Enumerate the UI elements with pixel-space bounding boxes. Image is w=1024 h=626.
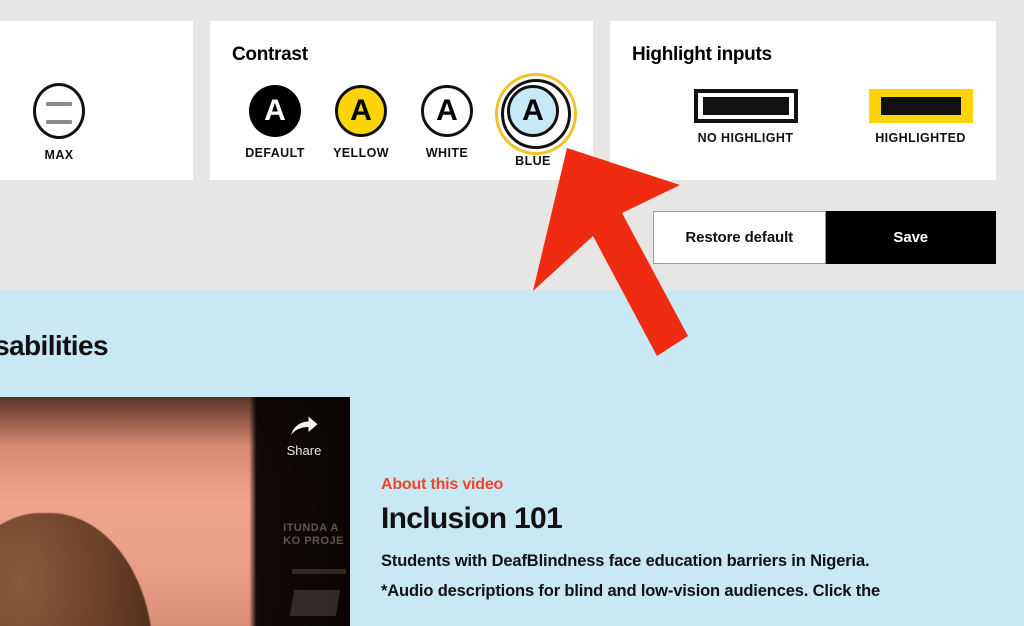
input-no-highlight-icon: [693, 89, 798, 123]
letter-a-icon: A: [495, 73, 577, 155]
option-label: MAX: [44, 148, 74, 162]
letter-a-icon: A: [335, 85, 387, 137]
highlight-option-none[interactable]: NO HIGHLIGHT: [658, 89, 833, 145]
line-spacing-max-icon: [33, 83, 85, 139]
option-spacing-more[interactable]: ORE: [0, 83, 16, 162]
input-highlighted-icon: [868, 89, 973, 123]
letter-a-icon: A: [421, 85, 473, 137]
about-video-column: About this video Inclusion 101 Students …: [381, 476, 1001, 601]
video-poster-object: [289, 590, 341, 616]
letter-a-glyph: A: [249, 85, 301, 137]
contrast-option-white[interactable]: A WHITE: [404, 85, 490, 160]
option-label: BLUE: [515, 154, 551, 168]
option-spacing-max[interactable]: MAX: [16, 83, 102, 162]
video-poster-shelf: [292, 569, 346, 574]
option-label: WHITE: [425, 146, 469, 160]
section-heading: th disabilities: [0, 330, 109, 361]
option-label: NO HIGHLIGHT: [697, 131, 794, 145]
video-thumbnail[interactable]: ITUNDA A KO PROJE Share: [0, 397, 350, 626]
letter-a-glyph: A: [507, 85, 559, 137]
panel-title-contrast: Contrast: [232, 44, 308, 65]
option-label: YELLOW: [333, 146, 389, 160]
option-label: HIGHLIGHTED: [875, 131, 966, 145]
contrast-option-default[interactable]: A DEFAULT: [232, 85, 318, 160]
share-button[interactable]: Share: [272, 415, 336, 458]
letter-a-glyph: A: [421, 85, 473, 137]
share-label: Share: [286, 443, 322, 458]
restore-default-button[interactable]: Restore default: [653, 211, 826, 264]
panel-title-highlight-inputs: Highlight inputs: [632, 44, 772, 65]
contrast-option-blue[interactable]: A BLUE: [490, 73, 577, 168]
accessibility-toolbar: ORE MAX Contrast A DEFAULT: [0, 0, 1024, 290]
panel-contrast: Contrast A DEFAULT A YELLOW A WHITE A BL…: [210, 21, 593, 180]
contrast-option-yellow[interactable]: A YELLOW: [318, 85, 404, 160]
about-video-eyebrow: About this video: [381, 476, 504, 493]
toolbar-action-bar: Restore default Save: [653, 211, 996, 264]
option-label: DEFAULT: [245, 146, 305, 160]
video-title: Inclusion 101: [381, 502, 563, 535]
video-description-line-2: *Audio descriptions for blind and low-vi…: [381, 582, 881, 600]
video-description-line-1: Students with DeafBlindness face educati…: [381, 552, 870, 570]
share-arrow-icon: [291, 416, 318, 435]
letter-a-glyph: A: [335, 85, 387, 137]
video-poster-sign-text: ITUNDA A KO PROJE: [283, 522, 344, 547]
save-button[interactable]: Save: [825, 211, 996, 264]
content-region: th disabilities ITUNDA AKO PROJE Share A…: [0, 290, 1024, 626]
highlight-options-row: NO HIGHLIGHT HIGHLIGHTED: [658, 89, 1008, 145]
letter-a-icon: A: [249, 85, 301, 137]
screen-root: ORE MAX Contrast A DEFAULT: [0, 0, 1024, 626]
highlight-option-highlighted[interactable]: HIGHLIGHTED: [833, 89, 1008, 145]
panel-highlight-inputs: Highlight inputs NO HIGHLIGHT HIGHLIGHTE…: [610, 21, 996, 180]
panel-text-spacing: ORE MAX: [0, 21, 193, 180]
